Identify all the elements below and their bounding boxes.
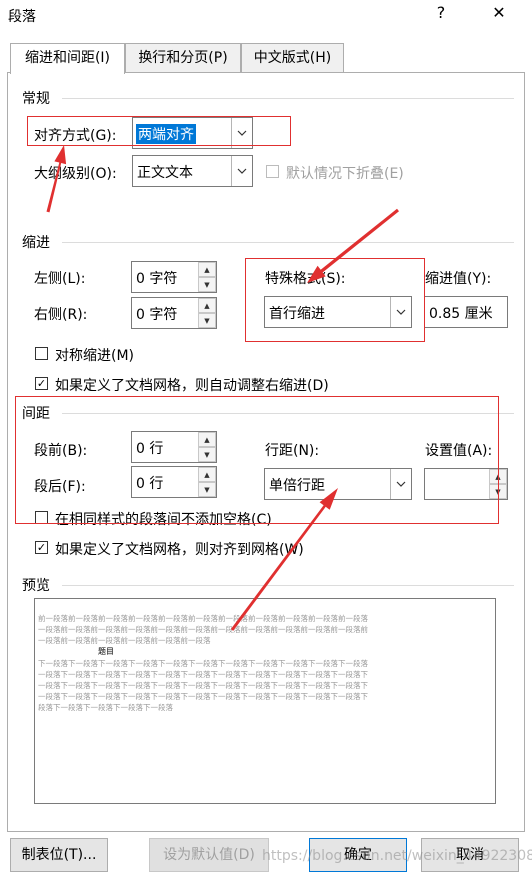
arrow-icon [307, 208, 399, 283]
tab-indents-spacing[interactable]: 缩进和间距(I) [10, 43, 125, 74]
arrow-icon [230, 488, 338, 631]
arrow-icon [46, 145, 67, 213]
annotation-arrows [46, 145, 399, 631]
